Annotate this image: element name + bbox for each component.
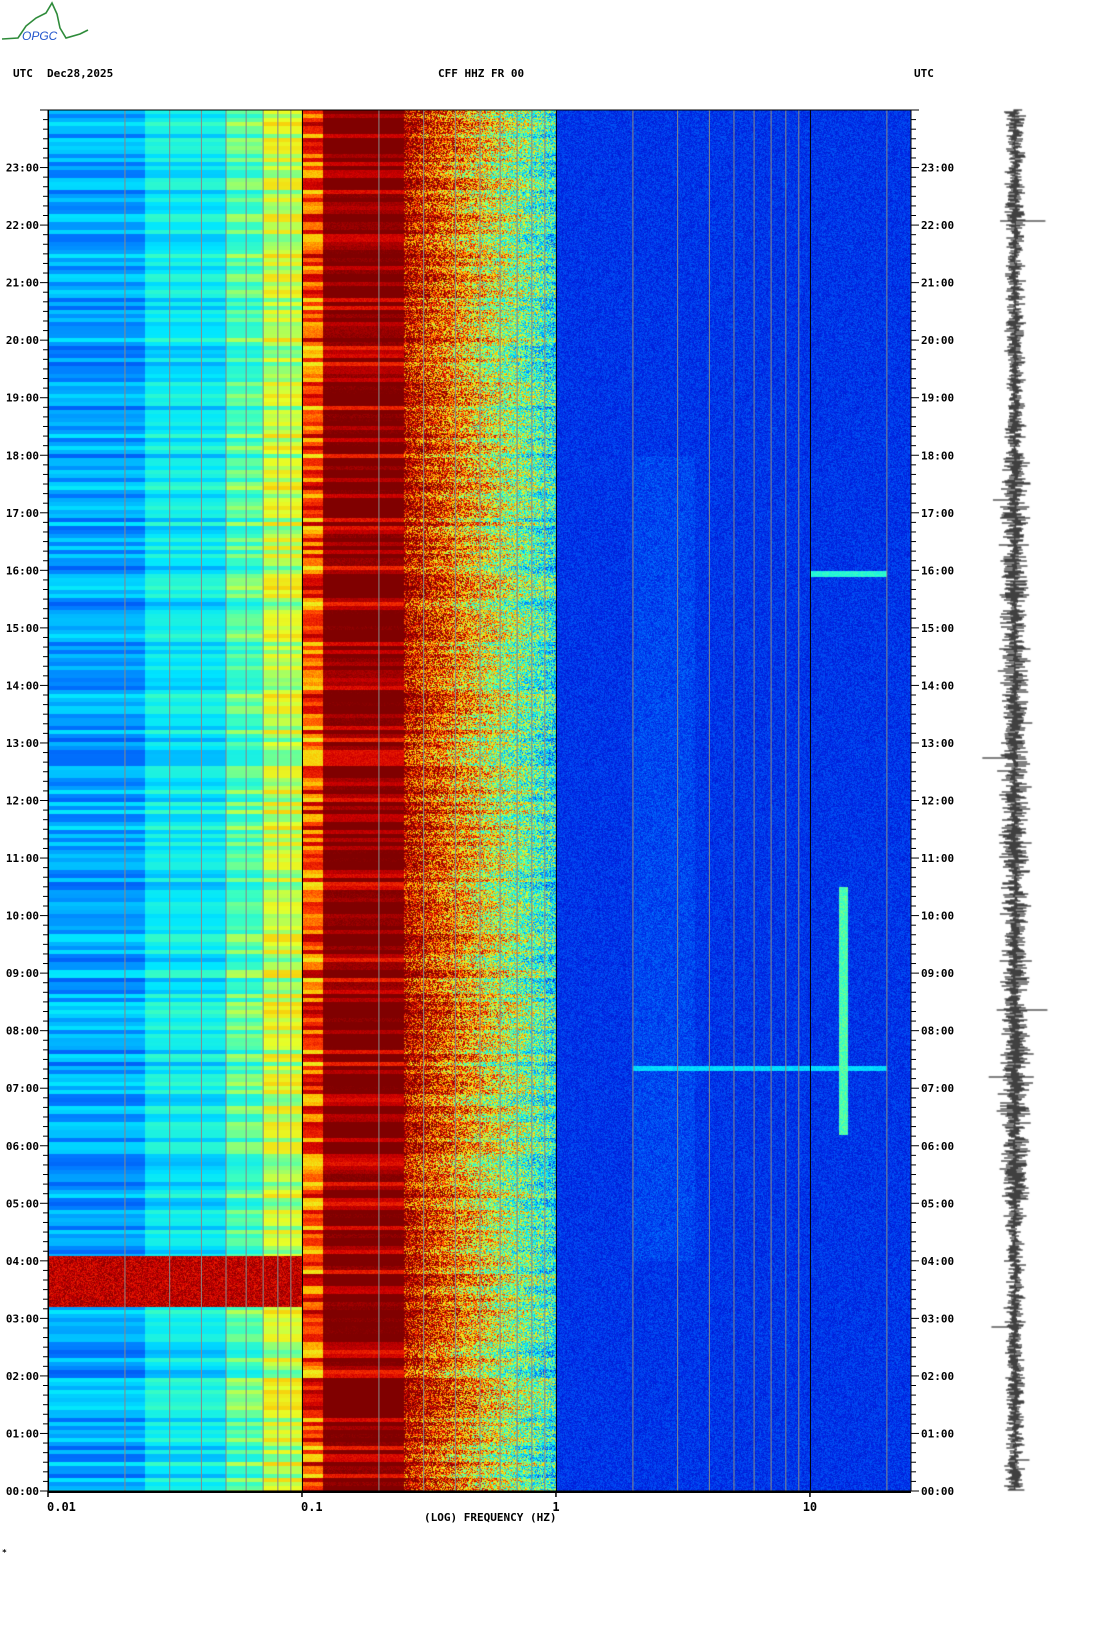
y-tick-label-right: 20:00: [921, 334, 954, 347]
y-tick-label-right: 02:00: [921, 1370, 954, 1383]
y-tick-label-left: 07:00: [6, 1082, 39, 1095]
y-tick-label-left: 08:00: [6, 1025, 39, 1038]
y-tick-label-right: 06:00: [921, 1140, 954, 1153]
y-tick-label-left: 05:00: [6, 1197, 39, 1210]
y-tick-label-right: 14:00: [921, 679, 954, 692]
y-tick-label-left: 16:00: [6, 564, 39, 577]
seismogram-trace: [975, 105, 1055, 1495]
y-tick-label-right: 17:00: [921, 507, 954, 520]
y-tick-label-right: 03:00: [921, 1312, 954, 1325]
y-tick-label-right: 00:00: [921, 1485, 954, 1498]
y-tick-label-right: 18:00: [921, 449, 954, 462]
y-tick-label-left: 19:00: [6, 392, 39, 405]
y-tick-label-right: 16:00: [921, 564, 954, 577]
y-tick-label-left: 18:00: [6, 449, 39, 462]
y-tick-label-right: 05:00: [921, 1197, 954, 1210]
y-tick-label-right: 23:00: [921, 162, 954, 175]
chart-axes: 0.01 0.1 1 1000:00 00:0001:00 01:0002:00 02:00…: [6, 109, 954, 1514]
y-tick-label-left: 13:00: [6, 737, 39, 750]
y-tick-label-right: 01:00: [921, 1427, 954, 1440]
y-tick-label-left: 02:00: [6, 1370, 39, 1383]
footer-mark: *: [2, 1548, 7, 1557]
y-tick-label-right: 08:00: [921, 1025, 954, 1038]
x-tick-label: 0.01: [47, 1500, 76, 1514]
y-tick-label-left: 17:00: [6, 507, 39, 520]
y-tick-label-right: 07:00: [921, 1082, 954, 1095]
y-tick-label-left: 03:00: [6, 1312, 39, 1325]
y-tick-label-left: 00:00: [6, 1485, 39, 1498]
y-tick-label-right: 15:00: [921, 622, 954, 635]
y-tick-label-right: 13:00: [921, 737, 954, 750]
y-tick-label-left: 11:00: [6, 852, 39, 865]
y-tick-label-left: 10:00: [6, 910, 39, 923]
y-tick-label-left: 09:00: [6, 967, 39, 980]
y-tick-label-right: 09:00: [921, 967, 954, 980]
y-tick-label-right: 19:00: [921, 392, 954, 405]
y-tick-label-left: 21:00: [6, 277, 39, 290]
y-tick-label-left: 20:00: [6, 334, 39, 347]
y-tick-label-left: 06:00: [6, 1140, 39, 1153]
y-tick-label-right: 12:00: [921, 795, 954, 808]
y-tick-label-right: 11:00: [921, 852, 954, 865]
x-axis-label: (LOG) FREQUENCY (HZ): [424, 1511, 557, 1524]
y-tick-label-right: 10:00: [921, 910, 954, 923]
x-tick-label: 10: [803, 1500, 817, 1514]
y-tick-label-left: 23:00: [6, 162, 39, 175]
y-tick-label-left: 22:00: [6, 219, 39, 232]
y-tick-label-right: 04:00: [921, 1255, 954, 1268]
x-tick-label: 0.1: [301, 1500, 323, 1514]
y-tick-label-left: 12:00: [6, 795, 39, 808]
y-tick-label-left: 01:00: [6, 1427, 39, 1440]
y-tick-label-left: 14:00: [6, 679, 39, 692]
y-tick-label-right: 21:00: [921, 277, 954, 290]
y-tick-label-left: 04:00: [6, 1255, 39, 1268]
y-tick-label-left: 15:00: [6, 622, 39, 635]
y-tick-label-right: 22:00: [921, 219, 954, 232]
